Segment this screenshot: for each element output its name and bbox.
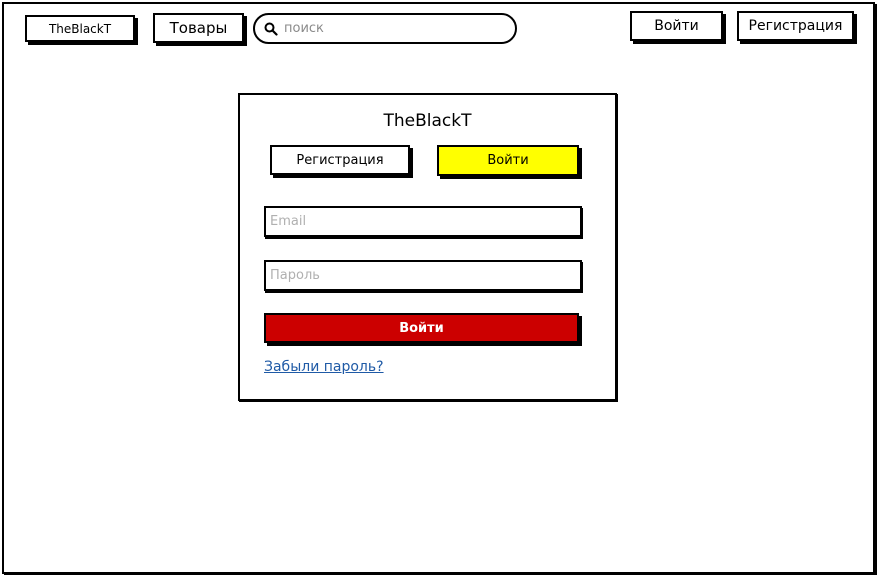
search-input[interactable] xyxy=(282,20,496,37)
header-register-button[interactable]: Регистрация xyxy=(737,11,854,41)
tab-login[interactable]: Войти xyxy=(437,145,579,176)
tab-register[interactable]: Регистрация xyxy=(270,145,410,175)
header-login-button[interactable]: Войти xyxy=(630,11,723,41)
search-icon xyxy=(264,22,278,36)
panel-title: TheBlackT xyxy=(383,111,472,131)
forgot-password-link[interactable]: Забыли пароль? xyxy=(264,359,384,375)
search-box[interactable] xyxy=(253,13,517,44)
products-button[interactable]: Товары xyxy=(153,13,244,43)
login-panel: TheBlackT Регистрация Войти Войти Забыли… xyxy=(238,93,617,401)
login-submit-button[interactable]: Войти xyxy=(264,313,579,343)
password-field[interactable] xyxy=(264,260,582,291)
logo-button[interactable]: TheBlackT xyxy=(25,15,135,42)
email-field[interactable] xyxy=(264,206,582,237)
